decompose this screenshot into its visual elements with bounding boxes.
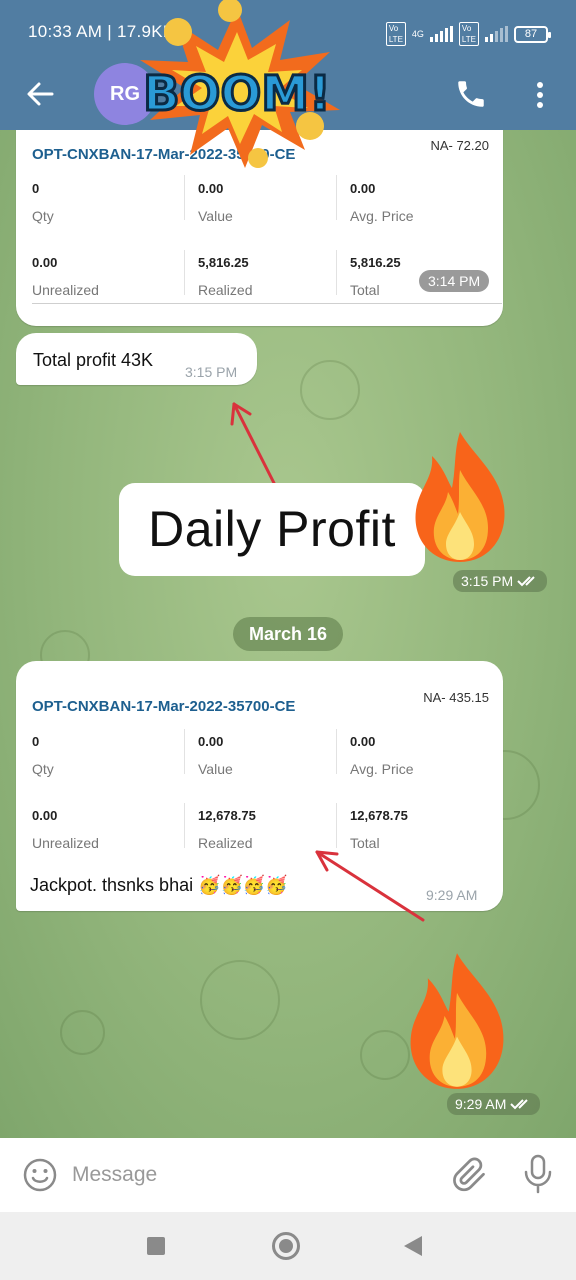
boom-text: BOOM! xyxy=(143,66,331,122)
fire-icon xyxy=(415,432,505,562)
battery-icon: 87 xyxy=(514,25,551,43)
recents-button[interactable] xyxy=(147,1237,165,1255)
value-cell: 0.00 Value xyxy=(198,181,233,224)
microphone-icon[interactable] xyxy=(522,1154,554,1194)
unrealized-cell: 0.00 Unrealized xyxy=(32,255,99,298)
outgoing-message-time: 9:29 AM xyxy=(447,1093,541,1115)
card-na-value: NA- 72.20 xyxy=(430,138,489,153)
divider xyxy=(184,250,185,295)
wallpaper-doodle xyxy=(300,360,360,420)
date-separator: March 16 xyxy=(233,617,343,651)
emoji-icon[interactable] xyxy=(22,1157,58,1193)
divider xyxy=(336,250,337,295)
message-text: Jackpot. thsnks bhai 🥳🥳🥳🥳 xyxy=(30,875,288,895)
double-check-icon xyxy=(517,576,535,587)
qty-cell: 0 Qty xyxy=(32,181,54,224)
home-button[interactable] xyxy=(272,1232,300,1260)
outgoing-message-time: 3:15 PM xyxy=(453,570,548,592)
divider xyxy=(184,175,185,220)
text-message[interactable]: Total profit 43K 3:15 PM xyxy=(16,333,257,385)
volte-icon-2: Vo LTE xyxy=(458,22,479,46)
divider xyxy=(184,803,185,848)
daily-profit-overlay: Daily Profit xyxy=(119,483,425,576)
double-check-icon xyxy=(510,1099,529,1110)
volte-icon: Vo LTE xyxy=(385,22,406,46)
divider xyxy=(32,303,502,304)
avg-price-cell: 0.00 Avg. Price xyxy=(350,734,414,777)
network-type: 4G xyxy=(411,29,424,39)
message-text: Total profit 43K xyxy=(33,350,154,370)
red-arrow-annotation xyxy=(315,850,425,922)
divider xyxy=(184,729,185,774)
unrealized-cell: 0.00 Unrealized xyxy=(32,808,99,851)
message-time: 9:29 AM xyxy=(426,887,478,903)
message-time: 3:14 PM xyxy=(419,270,490,292)
more-vertical-icon[interactable] xyxy=(530,78,550,112)
back-arrow-icon[interactable] xyxy=(24,78,56,110)
value-cell: 0.00 Value xyxy=(198,734,233,777)
realized-cell: 5,816.25 Realized xyxy=(198,255,253,298)
back-button[interactable] xyxy=(404,1236,422,1256)
qty-cell: 0 Qty xyxy=(32,734,54,777)
red-arrow-annotation xyxy=(230,402,278,489)
signal-icon-2 xyxy=(485,26,508,42)
card-title: OPT-CNXBAN-17-Mar-2022-35700-CE xyxy=(32,698,296,715)
signal-icon xyxy=(429,26,453,42)
message-input[interactable] xyxy=(72,1156,432,1194)
message-composer xyxy=(0,1138,576,1212)
wallpaper-doodle xyxy=(60,1010,105,1055)
chat-area[interactable]: OPT-CNXBAN-17-Mar-2022-35500-CE NA- 72.2… xyxy=(0,130,576,1138)
message-time: 3:15 PM xyxy=(185,364,238,380)
system-nav-bar xyxy=(0,1212,576,1280)
fire-icon xyxy=(410,953,504,1089)
paperclip-icon[interactable] xyxy=(452,1156,488,1194)
status-icons: Vo LTE 4G Vo LTE 87 xyxy=(385,22,551,46)
phone-icon[interactable] xyxy=(454,77,488,111)
divider xyxy=(336,729,337,774)
wallpaper-doodle xyxy=(200,960,280,1040)
card-na-value: NA- 435.15 xyxy=(423,690,489,705)
boom-sticker: BOOM! xyxy=(140,0,340,168)
divider xyxy=(336,175,337,220)
avg-price-cell: 0.00 Avg. Price xyxy=(350,181,414,224)
